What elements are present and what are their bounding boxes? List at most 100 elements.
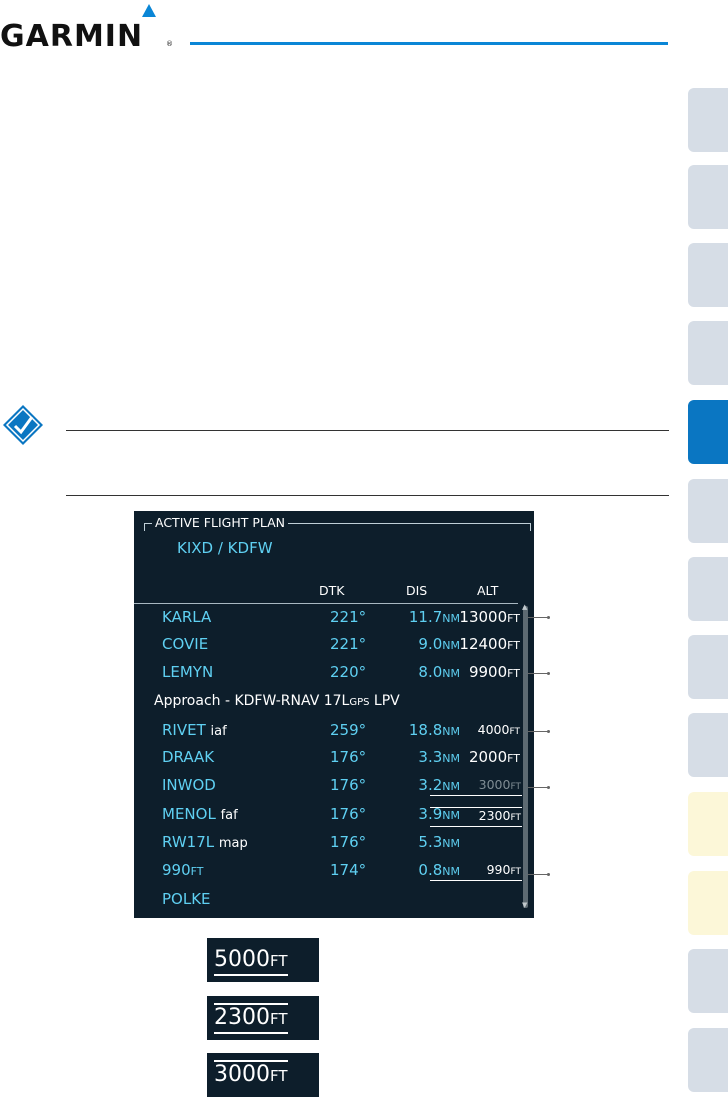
waypoint-alt: 3000	[478, 777, 511, 792]
approach-header: Approach - KDFW-RNAV 17LGPS LPV	[154, 691, 400, 713]
alt-unit: FT	[509, 727, 520, 737]
section-tab-1[interactable]	[688, 88, 728, 152]
waypoint-alt: 2300	[478, 808, 511, 823]
section-tab-3[interactable]	[688, 243, 728, 307]
checkmark-note-icon	[3, 405, 43, 445]
callout-line	[528, 673, 548, 674]
waypoint-row[interactable]: RW17L map 176° 5.3NM	[134, 832, 534, 856]
alt-unit: FT	[510, 813, 521, 823]
waypoint-dtk: 220°	[330, 663, 367, 681]
swatch-unit: FT	[270, 1010, 288, 1028]
waypoint-dtk: 176°	[330, 805, 367, 823]
callout-line	[528, 787, 548, 788]
section-tab-8[interactable]	[688, 635, 728, 699]
column-header-alt: ALT	[477, 583, 499, 598]
waypoint-name: COVIE	[162, 635, 209, 653]
waypoint-alt: 13000	[459, 608, 508, 626]
waypoint-alt: 12400	[459, 635, 508, 653]
waypoint-name: RIVET	[162, 721, 206, 739]
waypoint-row[interactable]: 990FT 174° 0.8NM 990FT	[134, 860, 534, 884]
name-unit: FT	[190, 865, 204, 878]
waypoint-name: KARLA	[162, 608, 212, 626]
callout-dot	[547, 616, 550, 619]
flight-plan-route: KIXD / KDFW	[177, 539, 273, 557]
scroll-up-arrow-icon: ▲	[522, 603, 528, 611]
waypoint-row[interactable]: INWOD 176° 3.2NM 3000FT	[134, 775, 534, 799]
note-bottom-rule	[66, 495, 669, 496]
callout-line	[528, 731, 548, 732]
waypoint-dtk: 174°	[330, 861, 367, 879]
swatch-value: 5000	[214, 947, 270, 972]
alt-unit: FT	[507, 639, 520, 652]
frame-line	[530, 523, 531, 531]
callout-dot	[547, 672, 550, 675]
dis-unit: NM	[442, 837, 460, 850]
section-tab-5-active[interactable]	[688, 400, 728, 464]
frame-line	[144, 523, 145, 531]
scrollbar[interactable]	[523, 606, 528, 908]
waypoint-dtk: 176°	[330, 833, 367, 851]
leg-type: faf	[220, 808, 238, 823]
header-divider	[134, 603, 518, 604]
active-flight-plan-screen: ACTIVE FLIGHT PLAN KIXD / KDFW DTK DIS A…	[134, 511, 534, 918]
waypoint-dtk: 221°	[330, 608, 367, 626]
alt-unit: FT	[507, 612, 520, 625]
callout-line	[528, 617, 548, 618]
approach-text: Approach - KDFW-RNAV 17L	[154, 693, 350, 709]
note-top-rule	[66, 430, 669, 431]
leg-type: iaf	[210, 724, 227, 739]
leg-type: map	[218, 836, 248, 851]
waypoint-dtk: 259°	[330, 721, 367, 739]
alt-unit: FT	[510, 782, 521, 792]
waypoint-row[interactable]: COVIE 221° 9.0NM 12400FT	[134, 634, 534, 658]
waypoint-name: POLKE	[162, 890, 211, 908]
callout-dot	[547, 730, 550, 733]
waypoint-name: LEMYN	[162, 663, 214, 681]
waypoint-row[interactable]: MENOL faf 176° 3.9NM 2300FT	[134, 804, 534, 828]
waypoint-alt: 9900	[468, 663, 508, 681]
waypoint-row[interactable]: POLKE	[134, 889, 534, 913]
altitude-swatch: 2300FT	[207, 996, 319, 1040]
swatch-unit: FT	[270, 952, 288, 970]
swatch-unit: FT	[270, 1067, 288, 1085]
alt-unit: FT	[507, 752, 520, 765]
section-tab-7[interactable]	[688, 557, 728, 621]
section-tab-10[interactable]	[688, 792, 728, 856]
approach-suffix: LPV	[369, 693, 400, 709]
callout-line	[528, 874, 548, 875]
waypoint-alt: 4000	[477, 722, 510, 737]
column-header-dis: DIS	[406, 583, 428, 598]
header-rule	[190, 42, 668, 45]
flight-plan-title: ACTIVE FLIGHT PLAN	[152, 515, 289, 531]
callout-dot	[547, 873, 550, 876]
waypoint-row[interactable]: KARLA 221° 11.7NM 13000FT	[134, 607, 534, 631]
section-tab-13[interactable]	[688, 1028, 728, 1092]
section-tab-2[interactable]	[688, 165, 728, 229]
logo-triangle-icon	[142, 4, 156, 17]
altitude-swatch: 3000FT	[207, 1053, 319, 1097]
section-tab-9[interactable]	[688, 713, 728, 777]
garmin-logo: GARMIN	[0, 20, 172, 54]
swatch-value: 3000	[214, 1062, 270, 1087]
waypoint-name: INWOD	[162, 776, 216, 794]
waypoint-name: MENOL	[162, 805, 216, 823]
alt-unit: FT	[507, 667, 520, 680]
callout-dot	[547, 786, 550, 789]
section-tab-11[interactable]	[688, 871, 728, 935]
waypoint-name: RW17L	[162, 833, 215, 851]
waypoint-alt: 990	[486, 862, 511, 877]
waypoint-alt: 2000	[468, 748, 508, 766]
column-header-dtk: DTK	[319, 583, 345, 598]
waypoint-row[interactable]: RIVET iaf 259° 18.8NM 4000FT	[134, 720, 534, 744]
swatch-value: 2300	[214, 1005, 270, 1030]
waypoint-row[interactable]: LEMYN 220° 8.0NM 9900FT	[134, 662, 534, 686]
altitude-swatch: 5000FT	[207, 938, 319, 982]
alt-unit: FT	[510, 867, 521, 877]
section-tab-12[interactable]	[688, 949, 728, 1013]
waypoint-row[interactable]: DRAAK 176° 3.3NM 2000FT	[134, 747, 534, 771]
section-tab-6[interactable]	[688, 479, 728, 543]
brand-text: GARMIN	[0, 19, 144, 54]
approach-gps: GPS	[349, 697, 370, 708]
section-tab-4[interactable]	[688, 321, 728, 385]
waypoint-dtk: 221°	[330, 635, 367, 653]
